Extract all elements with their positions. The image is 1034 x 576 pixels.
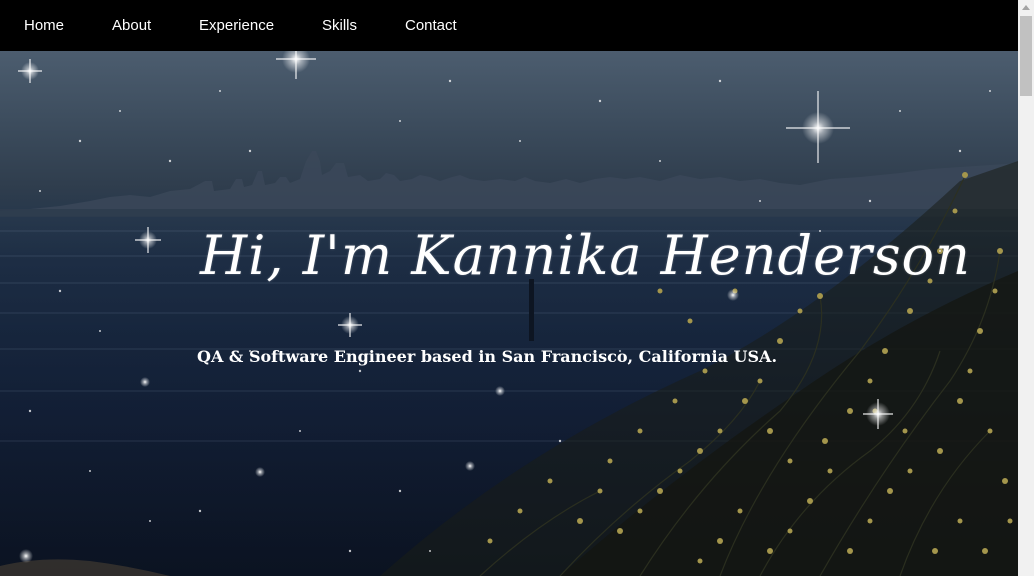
vertical-scrollbar[interactable] [1018, 0, 1034, 576]
scrollbar-thumb[interactable] [1020, 16, 1032, 96]
hero-title: Hi, I'm Kannika Henderson [200, 224, 971, 287]
nav-link-home[interactable]: Home [24, 17, 64, 35]
page: Home About Experience Skills Contact Hi,… [0, 0, 1034, 576]
hero-background-image [0, 51, 1018, 576]
scroll-up-arrow-icon[interactable] [1022, 5, 1030, 10]
hero-section: Hi, I'm Kannika Henderson QA & Software … [0, 51, 1018, 576]
top-navbar: Home About Experience Skills Contact [0, 0, 1018, 51]
nav-link-skills[interactable]: Skills [322, 17, 357, 35]
hero-subtitle: QA & Software Engineer based in San Fran… [197, 347, 778, 366]
nav-link-about[interactable]: About [112, 17, 151, 35]
nav-link-experience[interactable]: Experience [199, 17, 274, 35]
nav-link-contact[interactable]: Contact [405, 17, 457, 35]
city-skyline [0, 151, 1018, 216]
